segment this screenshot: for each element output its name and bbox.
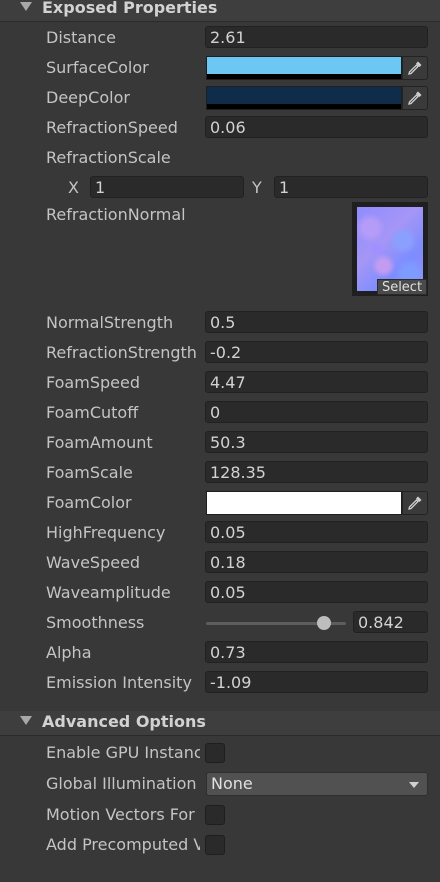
normal-strength-label: NormalStrength	[46, 313, 174, 332]
wave-amplitude-label: Waveamplitude	[46, 583, 171, 602]
deep-color-label: DeepColor	[46, 88, 130, 107]
refraction-scale-x-field[interactable]: 1	[90, 176, 244, 198]
refraction-strength-field[interactable]: -0.2	[205, 341, 428, 363]
refraction-strength-label: RefractionStrength	[46, 343, 197, 362]
high-frequency-field[interactable]: 0.05	[205, 521, 428, 543]
wave-amplitude-field[interactable]: 0.05	[205, 581, 428, 603]
motion-vectors-checkbox[interactable]	[205, 805, 225, 825]
smoothness-slider-handle[interactable]	[316, 616, 331, 630]
surface-color-fill	[207, 57, 401, 75]
refraction-scale-y-field[interactable]: 1	[274, 176, 428, 198]
surface-color-label: SurfaceColor	[46, 58, 149, 77]
advanced-options-header[interactable]: Advanced Options	[0, 711, 440, 736]
refraction-normal-label: RefractionNormal	[46, 205, 186, 224]
refraction-speed-field[interactable]: 0.06	[205, 116, 428, 138]
normal-strength-field[interactable]: 0.5	[205, 311, 428, 333]
refraction-scale-label: RefractionScale	[46, 148, 171, 167]
smoothness-field[interactable]: 0.842	[353, 611, 428, 633]
deep-color-swatch[interactable]	[206, 86, 402, 110]
deep-color-picker-button[interactable]	[402, 86, 428, 110]
foam-color-swatch[interactable]	[206, 491, 402, 515]
eyedropper-icon	[408, 496, 422, 510]
dropdown-value: None	[211, 774, 253, 793]
eyedropper-icon	[408, 91, 422, 105]
wave-speed-field[interactable]: 0.18	[205, 551, 428, 573]
emission-intensity-field[interactable]: -1.09	[205, 671, 428, 693]
emission-intensity-label: Emission Intensity	[46, 673, 192, 692]
distance-field[interactable]: 2.61	[205, 26, 428, 48]
foam-scale-label: FoamScale	[46, 463, 133, 482]
distance-label: Distance	[46, 28, 116, 47]
alpha-field[interactable]: 0.73	[205, 641, 428, 663]
gpu-instancing-label: Enable GPU Instancing	[46, 743, 200, 762]
global-illumination-dropdown[interactable]: None	[206, 772, 428, 796]
foam-speed-field[interactable]: 4.47	[205, 371, 428, 393]
x-label: X	[68, 178, 79, 197]
high-frequency-label: HighFrequency	[46, 523, 166, 542]
foldout-arrow-icon	[20, 2, 32, 11]
gpu-instancing-checkbox[interactable]	[205, 743, 225, 763]
foam-amount-field[interactable]: 50.3	[205, 431, 428, 453]
global-illumination-label: Global Illumination	[46, 774, 197, 793]
texture-select-button[interactable]: Select	[377, 279, 427, 295]
alpha-bar	[207, 74, 401, 79]
surface-color-swatch[interactable]	[206, 56, 402, 80]
section-title: Exposed Properties	[42, 0, 218, 17]
refraction-speed-label: RefractionSpeed	[46, 118, 178, 137]
section-title: Advanced Options	[42, 712, 206, 731]
surface-color-picker-button[interactable]	[402, 56, 428, 80]
foam-scale-field[interactable]: 128.35	[205, 461, 428, 483]
foam-color-fill	[207, 492, 401, 514]
foam-cutoff-label: FoamCutoff	[46, 403, 139, 422]
exposed-properties-header[interactable]: Exposed Properties	[0, 0, 440, 22]
eyedropper-icon	[408, 61, 422, 75]
foam-amount-label: FoamAmount	[46, 433, 153, 452]
add-precomputed-label: Add Precomputed Velocity	[46, 835, 200, 854]
chevron-down-icon	[409, 782, 419, 788]
foam-cutoff-field[interactable]: 0	[205, 401, 428, 423]
motion-vectors-label: Motion Vectors For Vertex Animation	[46, 805, 200, 824]
alpha-bar	[207, 104, 401, 109]
foam-color-picker-button[interactable]	[402, 491, 428, 515]
smoothness-label: Smoothness	[46, 613, 145, 632]
refraction-normal-texture-slot[interactable]: Select	[352, 202, 428, 296]
y-label: Y	[252, 178, 262, 197]
foldout-arrow-icon	[20, 716, 32, 725]
deep-color-fill	[207, 87, 401, 105]
alpha-label: Alpha	[46, 643, 92, 662]
wave-speed-label: WaveSpeed	[46, 553, 141, 572]
add-precomputed-checkbox[interactable]	[205, 835, 225, 855]
foam-speed-label: FoamSpeed	[46, 373, 140, 392]
foam-color-label: FoamColor	[46, 493, 132, 512]
